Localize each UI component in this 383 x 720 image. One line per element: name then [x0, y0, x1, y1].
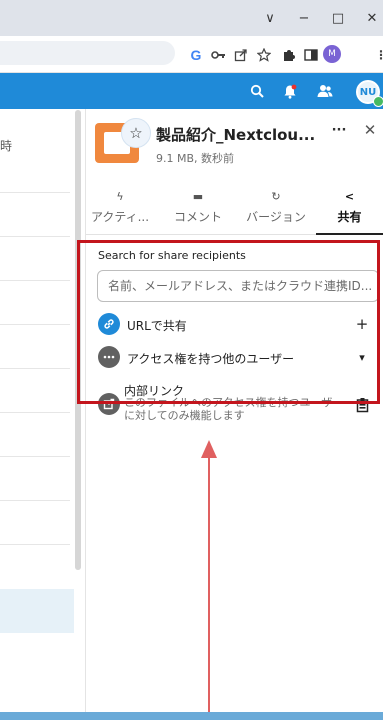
comment-icon: ▬	[192, 190, 204, 203]
active-tab-indicator	[316, 233, 383, 235]
bookmark-star-icon[interactable]	[254, 45, 274, 65]
file-name-title: 製品紹介_Nextclou...	[156, 126, 316, 144]
extensions-puzzle-icon[interactable]	[279, 45, 299, 65]
tab-sharing-label: 共有	[337, 210, 362, 224]
activity-icon: ϟ	[116, 190, 124, 203]
selected-file-row[interactable]	[0, 589, 74, 633]
notifications-bell-icon[interactable]	[279, 80, 301, 102]
search-icon[interactable]	[246, 80, 268, 102]
minimize-button[interactable]: −	[292, 6, 316, 30]
file-list-column-header: 時	[0, 139, 13, 153]
file-row-divider	[0, 368, 70, 369]
highlight-annotation-box	[77, 240, 380, 404]
tab-versions-label: バージョン	[246, 210, 306, 224]
password-key-icon[interactable]	[208, 45, 228, 65]
more-actions-button[interactable]: ···	[330, 121, 348, 139]
tab-sharing[interactable]: < 共有	[316, 188, 383, 230]
online-status-indicator	[373, 96, 383, 107]
close-sidebar-button[interactable]: ✕	[361, 121, 379, 139]
close-window-button[interactable]: ✕	[360, 6, 383, 30]
taskbar-strip	[0, 712, 383, 720]
tab-comments[interactable]: ▬ コメント	[160, 188, 236, 230]
maximize-button[interactable]: □	[326, 6, 350, 30]
file-row-divider	[0, 456, 70, 457]
file-row-divider	[0, 280, 70, 281]
browser-menu-icon[interactable]: ⋮	[371, 45, 383, 65]
file-row-divider	[0, 544, 70, 545]
file-row-divider	[0, 192, 70, 193]
side-panel-icon[interactable]	[301, 45, 321, 65]
tab-activity[interactable]: ϟ アクティ...	[86, 188, 154, 230]
file-row-divider	[0, 412, 70, 413]
share-page-icon[interactable]	[231, 45, 251, 65]
file-row-divider	[0, 236, 70, 237]
file-size-and-date: 9.1 MB, 数秒前	[156, 152, 235, 165]
contacts-icon[interactable]	[314, 80, 336, 102]
tab-comments-label: コメント	[173, 210, 222, 224]
address-bar[interactable]	[0, 41, 175, 65]
google-icon[interactable]: G	[186, 45, 206, 65]
profile-avatar[interactable]: M	[323, 45, 341, 63]
history-icon: ↻	[271, 190, 281, 203]
tab-activity-label: アクティ...	[90, 210, 150, 224]
tab-search-dropdown-icon[interactable]: ∨	[258, 6, 282, 30]
file-row-divider	[0, 324, 70, 325]
annotation-arrow-head	[201, 440, 217, 458]
favorite-star-button[interactable]: ☆	[121, 118, 151, 148]
tab-versions[interactable]: ↻ バージョン	[238, 188, 314, 230]
file-row-divider	[0, 500, 70, 501]
share-icon: <	[344, 190, 355, 203]
annotation-arrow-line	[208, 456, 210, 718]
